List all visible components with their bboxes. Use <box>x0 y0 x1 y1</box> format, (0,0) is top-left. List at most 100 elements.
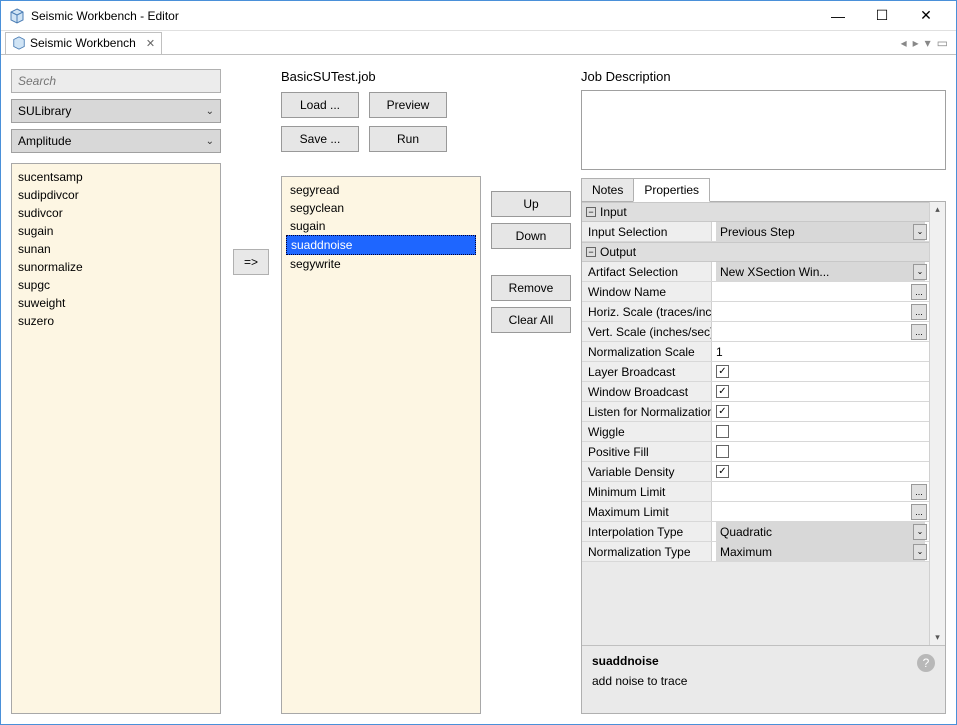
down-button[interactable]: Down <box>491 223 571 249</box>
maximize-button[interactable]: ☐ <box>860 2 904 30</box>
function-item[interactable]: sunan <box>18 240 214 258</box>
properties-scrollbar[interactable]: ▴ ▾ <box>929 202 945 645</box>
chevron-down-icon: ⌄ <box>206 136 214 147</box>
browse-button[interactable]: ... <box>911 504 927 520</box>
checkbox[interactable]: ✓ <box>716 465 729 478</box>
search-input[interactable] <box>11 69 221 93</box>
property-value[interactable]: Previous Step⌄ <box>712 222 929 241</box>
function-item[interactable]: supgc <box>18 276 214 294</box>
save-button[interactable]: Save ... <box>281 126 359 152</box>
property-value[interactable] <box>712 422 929 441</box>
category-select[interactable]: Amplitude ⌄ <box>11 129 221 153</box>
property-row: Wiggle <box>582 422 929 442</box>
dropdown-icon[interactable]: ⌄ <box>913 544 927 560</box>
property-value[interactable] <box>712 442 929 461</box>
close-button[interactable]: ✕ <box>904 2 948 30</box>
property-value[interactable]: New XSection Win...⌄ <box>712 262 929 281</box>
function-item[interactable]: sudipdivcor <box>18 186 214 204</box>
property-key: Interpolation Type <box>582 522 712 541</box>
tab-notes[interactable]: Notes <box>581 178 634 202</box>
load-button[interactable]: Load ... <box>281 92 359 118</box>
content-area: SULibrary ⌄ Amplitude ⌄ sucentsampsudipd… <box>1 55 956 724</box>
help-name: suaddnoise <box>592 654 935 668</box>
job-description-label: Job Description <box>581 69 946 84</box>
checkbox[interactable]: ✓ <box>716 405 729 418</box>
job-step-item[interactable]: sugain <box>286 217 476 235</box>
library-select-value: SULibrary <box>18 104 71 118</box>
tab-prev-icon[interactable]: ◂ <box>901 36 907 50</box>
property-value[interactable]: ... <box>712 502 929 521</box>
property-row: Horiz. Scale (traces/inch... <box>582 302 929 322</box>
dropdown-icon[interactable]: ⌄ <box>913 524 927 540</box>
property-key: Artifact Selection <box>582 262 712 281</box>
function-item[interactable]: sudivcor <box>18 204 214 222</box>
function-item[interactable]: suweight <box>18 294 214 312</box>
tab-next-icon[interactable]: ▸ <box>913 36 919 50</box>
job-step-item[interactable]: segyread <box>286 181 476 199</box>
job-step-item[interactable]: segyclean <box>286 199 476 217</box>
checkbox[interactable]: ✓ <box>716 385 729 398</box>
browse-button[interactable]: ... <box>911 324 927 340</box>
property-value[interactable]: ... <box>712 302 929 321</box>
property-value[interactable]: Maximum⌄ <box>712 542 929 561</box>
properties-grid: −InputInput SelectionPrevious Step⌄−Outp… <box>582 202 929 645</box>
view-menu-icon[interactable]: ▾ <box>925 36 931 50</box>
property-value[interactable]: 1 <box>712 342 929 361</box>
property-key: Variable Density <box>582 462 712 481</box>
job-steps-list[interactable]: segyreadsegycleansugainsuaddnoisesegywri… <box>281 176 481 714</box>
category-select-value: Amplitude <box>18 134 71 148</box>
app-window: Seismic Workbench - Editor — ☐ ✕ Seismic… <box>0 0 957 725</box>
property-key: Maximum Limit <box>582 502 712 521</box>
editor-tab[interactable]: Seismic Workbench ✕ <box>5 32 162 54</box>
up-button[interactable]: Up <box>491 191 571 217</box>
job-step-item[interactable]: suaddnoise <box>286 235 476 255</box>
step-controls: Up Down Remove Clear All <box>491 69 571 714</box>
preview-button[interactable]: Preview <box>369 92 447 118</box>
property-value[interactable]: Quadratic⌄ <box>712 522 929 541</box>
property-value[interactable]: ✓ <box>712 362 929 381</box>
run-button[interactable]: Run <box>369 126 447 152</box>
library-select[interactable]: SULibrary ⌄ <box>11 99 221 123</box>
property-value[interactable]: ... <box>712 322 929 341</box>
collapse-icon[interactable]: − <box>586 207 596 217</box>
function-item[interactable]: sugain <box>18 222 214 240</box>
dropdown-icon[interactable]: ⌄ <box>913 224 927 240</box>
property-row: Layer Broadcast ✓ <box>582 362 929 382</box>
job-step-item[interactable]: segywrite <box>286 255 476 273</box>
property-group-header[interactable]: −Output <box>582 242 929 262</box>
property-value[interactable]: ... <box>712 482 929 501</box>
checkbox[interactable] <box>716 445 729 458</box>
browse-button[interactable]: ... <box>911 284 927 300</box>
property-row: Maximum Limit... <box>582 502 929 522</box>
function-item[interactable]: sucentsamp <box>18 168 214 186</box>
property-value[interactable]: ✓ <box>712 382 929 401</box>
clear-all-button[interactable]: Clear All <box>491 307 571 333</box>
property-row: Window Name... <box>582 282 929 302</box>
property-value[interactable]: ... <box>712 282 929 301</box>
help-icon[interactable]: ? <box>917 654 935 672</box>
tab-close-icon[interactable]: ✕ <box>146 37 155 50</box>
property-group-header[interactable]: −Input <box>582 202 929 222</box>
tab-properties[interactable]: Properties <box>633 178 710 202</box>
checkbox[interactable]: ✓ <box>716 365 729 378</box>
browse-button[interactable]: ... <box>911 304 927 320</box>
job-description-input[interactable] <box>581 90 946 170</box>
dropdown-icon[interactable]: ⌄ <box>913 264 927 280</box>
function-item[interactable]: suzero <box>18 312 214 330</box>
function-list[interactable]: sucentsampsudipdivcorsudivcorsugainsunan… <box>11 163 221 714</box>
browse-button[interactable]: ... <box>911 484 927 500</box>
property-key: Window Name <box>582 282 712 301</box>
collapse-icon[interactable]: − <box>586 247 596 257</box>
property-key: Layer Broadcast <box>582 362 712 381</box>
scroll-up-icon[interactable]: ▴ <box>935 204 940 215</box>
remove-button[interactable]: Remove <box>491 275 571 301</box>
checkbox[interactable] <box>716 425 729 438</box>
function-item[interactable]: sunormalize <box>18 258 214 276</box>
minimize-button[interactable]: — <box>816 2 860 30</box>
property-value[interactable]: ✓ <box>712 462 929 481</box>
scroll-down-icon[interactable]: ▾ <box>935 632 940 643</box>
property-key: Horiz. Scale (traces/inch <box>582 302 712 321</box>
property-value[interactable]: ✓ <box>712 402 929 421</box>
maximize-view-icon[interactable]: ▭ <box>937 36 948 50</box>
add-to-job-button[interactable]: => <box>233 249 269 275</box>
